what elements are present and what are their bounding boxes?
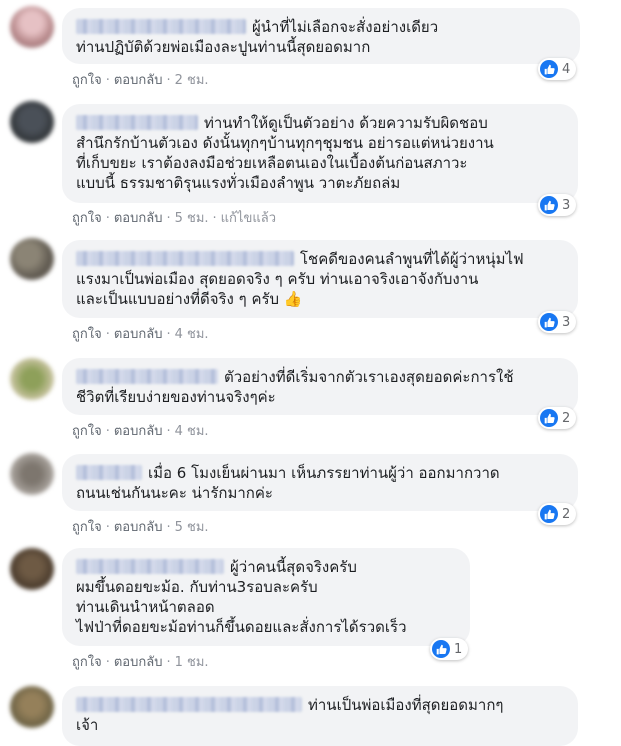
- thumbs-up-icon: [540, 196, 558, 214]
- comment-text: โชคดีของคนลำพูนที่ได้ผู้ว่าหนุ่มไฟ แรงมา…: [76, 250, 524, 308]
- commenter-name[interactable]: [76, 19, 246, 34]
- commenter-name[interactable]: [76, 115, 198, 130]
- like-link[interactable]: ถูกใจ: [72, 424, 102, 439]
- timestamp[interactable]: 1 ชม.: [175, 655, 209, 670]
- comment-text: ผู้ว่าคนนี้สุดจริงครับ ผมขึ้นดอยขะม้อ. ก…: [76, 558, 407, 636]
- reply-link[interactable]: ตอบกลับ: [114, 211, 163, 226]
- comment-actions: ถูกใจ · ตอบกลับ · 2 ชม.: [72, 73, 209, 88]
- thumbs-up-icon: [432, 640, 450, 658]
- reaction-count[interactable]: 2: [538, 503, 577, 525]
- edited-label[interactable]: แก้ไขแล้ว: [221, 211, 276, 226]
- avatar[interactable]: [10, 686, 54, 728]
- avatar[interactable]: [10, 453, 54, 495]
- reply-link[interactable]: ตอบกลับ: [114, 424, 163, 439]
- comment-bubble: ผู้นำที่ไม่เลือกจะสั่งอย่างเดียว ท่านปฏิ…: [62, 8, 580, 64]
- like-link[interactable]: ถูกใจ: [72, 73, 102, 88]
- like-link[interactable]: ถูกใจ: [72, 655, 102, 670]
- comment-actions: ถูกใจ · ตอบกลับ · 4 ชม.: [72, 327, 209, 342]
- avatar[interactable]: [10, 548, 54, 590]
- thumbs-up-icon: [540, 409, 558, 427]
- comment-bubble: เมื่อ 6 โมงเย็นผ่านมา เห็นภรรยาท่านผู้ว่…: [62, 454, 578, 511]
- comment-text: ผู้นำที่ไม่เลือกจะสั่งอย่างเดียว ท่านปฏิ…: [76, 18, 439, 56]
- reply-link[interactable]: ตอบกลับ: [114, 655, 163, 670]
- comment-bubble: โชคดีของคนลำพูนที่ได้ผู้ว่าหนุ่มไฟ แรงมา…: [62, 240, 578, 318]
- comment-bubble: ตัวอย่างที่ดีเริ่มจากตัวเราเองสุดยอดค่ะก…: [62, 358, 578, 415]
- comment-text: เมื่อ 6 โมงเย็นผ่านมา เห็นภรรยาท่านผู้ว่…: [76, 464, 500, 502]
- comment-text: ท่านเป็นพ่อเมืองที่สุดยอดมากๆ เจ้า: [76, 696, 504, 734]
- comment-bubble: ผู้ว่าคนนี้สุดจริงครับ ผมขึ้นดอยขะม้อ. ก…: [62, 548, 470, 646]
- timestamp[interactable]: 4 ชม.: [175, 327, 209, 342]
- avatar[interactable]: [10, 358, 54, 400]
- reply-link[interactable]: ตอบกลับ: [114, 327, 163, 342]
- commenter-name[interactable]: [76, 465, 142, 480]
- comment-text: ตัวอย่างที่ดีเริ่มจากตัวเราเองสุดยอดค่ะก…: [76, 368, 514, 406]
- timestamp[interactable]: 5 ชม.: [175, 520, 209, 535]
- comment-actions: ถูกใจ · ตอบกลับ · 5 ชม.: [72, 520, 209, 535]
- thumbs-up-icon: [540, 60, 558, 78]
- comment-bubble: ท่านทำให้ดูเป็นตัวอย่าง ด้วยความรับผิดชอ…: [62, 104, 578, 203]
- like-link[interactable]: ถูกใจ: [72, 520, 102, 535]
- like-link[interactable]: ถูกใจ: [72, 327, 102, 342]
- commenter-name[interactable]: [76, 559, 224, 574]
- comment-actions: ถูกใจ · ตอบกลับ · 4 ชม.: [72, 424, 209, 439]
- commenter-name[interactable]: [76, 369, 218, 384]
- avatar[interactable]: [10, 101, 54, 143]
- reaction-count[interactable]: 2: [538, 407, 577, 429]
- thumbs-up-icon: [540, 313, 558, 331]
- comment-text: ท่านทำให้ดูเป็นตัวอย่าง ด้วยความรับผิดชอ…: [76, 114, 494, 192]
- like-link[interactable]: ถูกใจ: [72, 211, 102, 226]
- avatar[interactable]: [10, 238, 54, 280]
- thumbs-up-icon: [540, 505, 558, 523]
- commenter-name[interactable]: [76, 697, 302, 712]
- reaction-count[interactable]: 3: [538, 311, 577, 333]
- thumbs-up-emoji: 👍: [283, 290, 303, 308]
- reaction-count[interactable]: 3: [538, 194, 577, 216]
- timestamp[interactable]: 2 ชม.: [175, 73, 209, 88]
- comment-actions: ถูกใจ · ตอบกลับ · 5 ชม. · แก้ไขแล้ว: [72, 211, 276, 226]
- reaction-count[interactable]: 1: [430, 638, 469, 660]
- timestamp[interactable]: 4 ชม.: [175, 424, 209, 439]
- reaction-count[interactable]: 4: [538, 58, 577, 80]
- comment-actions: ถูกใจ · ตอบกลับ · 1 ชม.: [72, 655, 209, 670]
- reply-link[interactable]: ตอบกลับ: [114, 520, 163, 535]
- avatar[interactable]: [10, 6, 54, 48]
- comment-bubble: ท่านเป็นพ่อเมืองที่สุดยอดมากๆ เจ้า: [62, 686, 578, 746]
- timestamp[interactable]: 5 ชม.: [175, 211, 209, 226]
- commenter-name[interactable]: [76, 251, 294, 266]
- reply-link[interactable]: ตอบกลับ: [114, 73, 163, 88]
